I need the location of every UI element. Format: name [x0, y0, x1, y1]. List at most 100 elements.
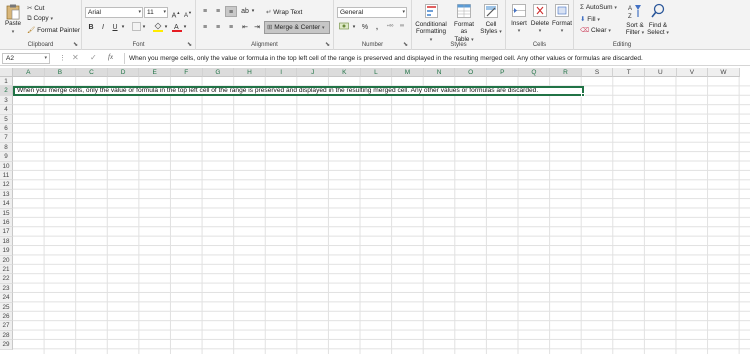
row-header-22[interactable]: 22: [0, 274, 13, 284]
row-header-25[interactable]: 25: [0, 302, 13, 312]
column-header-k[interactable]: K: [329, 68, 361, 77]
row-header-17[interactable]: 17: [0, 227, 13, 237]
column-header-d[interactable]: D: [107, 68, 140, 77]
chevron-down-icon[interactable]: ▾: [351, 22, 357, 33]
copy-button[interactable]: ⧉ Copy ▾: [27, 15, 53, 23]
align-left-icon[interactable]: ≡: [199, 22, 211, 33]
column-header-s[interactable]: S: [581, 68, 614, 77]
row-header-26[interactable]: 26: [0, 312, 13, 322]
increase-decimal-icon[interactable]: ⁺⁰⁰: [384, 22, 396, 33]
chevron-down-icon[interactable]: ▾: [250, 6, 256, 17]
row-header-18[interactable]: 18: [0, 236, 13, 247]
number-format-select[interactable]: General ▾: [337, 7, 407, 18]
column-header-u[interactable]: U: [645, 68, 677, 77]
row-header-20[interactable]: 20: [0, 255, 13, 265]
name-box[interactable]: A2 ▾: [2, 53, 50, 64]
conditional-formatting-button[interactable]: Conditional Formatting ▾: [414, 4, 448, 44]
formula-input[interactable]: When you merge cells, only the value or …: [124, 53, 750, 64]
row-header-4[interactable]: 4: [0, 105, 13, 115]
find-select-button[interactable]: Find & Select ▾: [647, 3, 669, 38]
row-header-15[interactable]: 15: [0, 208, 13, 218]
comma-button[interactable]: ,: [371, 22, 383, 33]
cell-styles-button[interactable]: Cell Styles ▾: [479, 4, 503, 37]
column-header-l[interactable]: L: [360, 68, 393, 77]
column-header-f[interactable]: F: [171, 68, 203, 77]
clear-button[interactable]: ⌫ Clear ▾: [580, 26, 611, 34]
align-right-icon[interactable]: ≡: [225, 22, 237, 33]
cut-button[interactable]: ✂ Cut: [27, 4, 44, 12]
column-header-v[interactable]: V: [676, 68, 709, 77]
row-header-23[interactable]: 23: [0, 283, 13, 294]
column-header-o[interactable]: O: [455, 68, 487, 77]
column-header-t[interactable]: T: [613, 68, 645, 77]
percent-button[interactable]: %: [359, 22, 371, 33]
row-header-11[interactable]: 11: [0, 171, 13, 181]
chevron-down-icon[interactable]: ▾: [141, 22, 147, 33]
cell-area[interactable]: [13, 77, 750, 354]
paste-button[interactable]: Paste ▾: [2, 4, 24, 36]
cancel-icon[interactable]: ✕: [72, 53, 79, 62]
row-header-13[interactable]: 13: [0, 189, 13, 200]
decrease-decimal-icon[interactable]: ⁰⁰: [396, 22, 408, 33]
row-header-19[interactable]: 19: [0, 246, 13, 256]
row-header-21[interactable]: 21: [0, 265, 13, 275]
row-header-29[interactable]: 29: [0, 340, 13, 350]
chevron-down-icon[interactable]: ▾: [163, 22, 169, 33]
currency-button[interactable]: [337, 22, 351, 33]
column-header-c[interactable]: C: [76, 68, 108, 77]
row-header-7[interactable]: 7: [0, 133, 13, 143]
increase-indent-icon[interactable]: ⇥: [251, 22, 263, 33]
decrease-indent-icon[interactable]: ⇤: [239, 22, 251, 33]
row-header-27[interactable]: 27: [0, 321, 13, 331]
wrap-text-button[interactable]: ↵ Wrap Text: [266, 8, 302, 16]
sort-filter-button[interactable]: AZ Sort & Filter ▾: [624, 3, 646, 38]
column-header-b[interactable]: B: [44, 68, 77, 77]
column-header-e[interactable]: E: [139, 68, 171, 77]
row-header-6[interactable]: 6: [0, 124, 13, 134]
column-header-r[interactable]: R: [550, 68, 582, 77]
format-painter-button[interactable]: 🖌 Format Painter: [27, 26, 80, 34]
align-center-icon[interactable]: ≡: [212, 22, 224, 33]
chevron-down-icon[interactable]: ▾: [182, 22, 188, 33]
fill-button[interactable]: ⬇ Fill ▾: [580, 15, 600, 23]
chevron-down-icon[interactable]: ▾: [120, 22, 126, 33]
bold-button[interactable]: B: [85, 22, 97, 33]
row-header-10[interactable]: 10: [0, 161, 13, 171]
more-options-icon[interactable]: ⋮: [59, 54, 66, 62]
column-header-q[interactable]: Q: [518, 68, 551, 77]
delete-button[interactable]: Delete ▾: [530, 4, 550, 36]
fill-handle[interactable]: [581, 93, 585, 97]
insert-button[interactable]: Insert ▾: [509, 4, 529, 36]
column-header-g[interactable]: G: [202, 68, 235, 77]
dialog-launcher-icon[interactable]: ⬊: [187, 41, 192, 48]
row-header-3[interactable]: 3: [0, 95, 13, 106]
column-header-j[interactable]: J: [297, 68, 329, 77]
decrease-font-size-button[interactable]: A▼: [182, 7, 194, 19]
row-header-8[interactable]: 8: [0, 142, 13, 153]
enter-check-icon[interactable]: ✓: [90, 53, 97, 62]
italic-button[interactable]: I: [97, 22, 109, 33]
row-header-16[interactable]: 16: [0, 218, 13, 228]
dialog-launcher-icon[interactable]: ⬊: [73, 41, 78, 48]
row-header-24[interactable]: 24: [0, 293, 13, 303]
row-header-14[interactable]: 14: [0, 199, 13, 209]
column-header-h[interactable]: H: [234, 68, 266, 77]
top-align-icon[interactable]: ≡: [199, 6, 211, 17]
font-name-select[interactable]: Arial ▾: [85, 7, 143, 18]
select-all-button[interactable]: [0, 68, 13, 77]
dialog-launcher-icon[interactable]: ⬊: [325, 41, 330, 48]
row-header-9[interactable]: 9: [0, 152, 13, 162]
merged-cell-a2[interactable]: When you merge cells, only the value or …: [13, 86, 584, 96]
column-header-a[interactable]: A: [13, 68, 45, 77]
column-header-i[interactable]: I: [265, 68, 298, 77]
column-header-w[interactable]: W: [708, 68, 740, 77]
bottom-align-icon[interactable]: ≡: [225, 6, 237, 17]
dialog-launcher-icon[interactable]: ⬊: [403, 41, 408, 48]
row-header-5[interactable]: 5: [0, 114, 13, 124]
column-header-n[interactable]: N: [423, 68, 456, 77]
column-header-m[interactable]: M: [392, 68, 424, 77]
merge-center-button[interactable]: ⊞ Merge & Center ▾: [264, 21, 330, 34]
format-as-table-button[interactable]: Format as Table ▾: [450, 4, 478, 44]
format-button[interactable]: Format ▾: [551, 4, 573, 36]
middle-align-icon[interactable]: ≡: [212, 6, 224, 17]
